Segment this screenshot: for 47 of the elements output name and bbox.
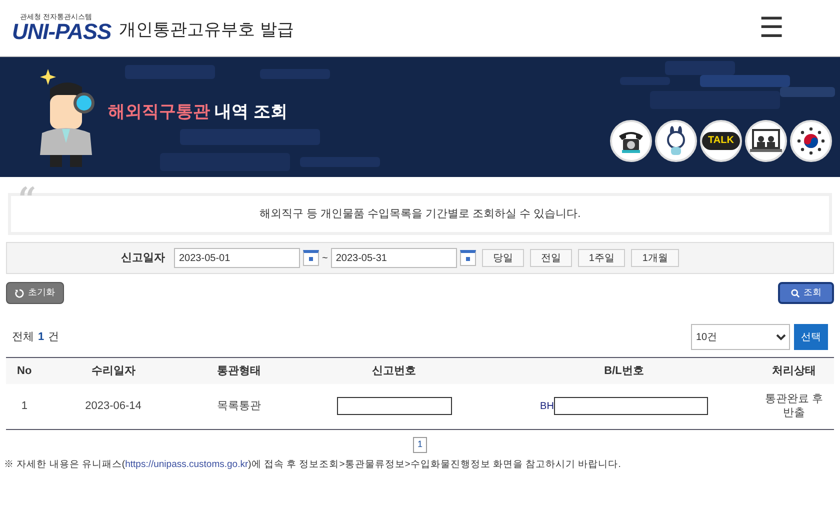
bl-number-link[interactable]: BH bbox=[540, 398, 554, 414]
column-header: No bbox=[6, 358, 43, 384]
table-cell: 1 bbox=[6, 384, 43, 430]
select-button[interactable]: 선택 bbox=[794, 324, 828, 350]
banner-title: 내역 조회 bbox=[214, 102, 288, 121]
column-header: 통관형태 bbox=[184, 358, 294, 384]
search-icon bbox=[790, 288, 800, 298]
calendar-icon[interactable] bbox=[460, 250, 476, 266]
total-count: 1 bbox=[38, 330, 44, 345]
search-button[interactable]: 조회 bbox=[778, 282, 834, 304]
quick-link-button[interactable]: TALK bbox=[700, 120, 742, 162]
logo[interactable]: UNI-PASS bbox=[12, 20, 112, 42]
date-field[interactable]: 2023-05-01 bbox=[174, 248, 300, 268]
refresh-icon bbox=[15, 288, 24, 298]
reset-button[interactable]: 초기화 bbox=[6, 282, 64, 304]
column-header: 수리일자 bbox=[42, 358, 184, 384]
talk-bubble-icon: TALK bbox=[702, 132, 740, 150]
page-title: 개인통관고유부호 발급 bbox=[119, 19, 294, 41]
quick-link-button[interactable] bbox=[610, 120, 652, 162]
quick-link-button[interactable] bbox=[790, 120, 832, 162]
site-link[interactable]: https://unipass.customs.go.kr bbox=[125, 459, 248, 470]
field-label: 신고일자 bbox=[121, 250, 165, 266]
banner-title-highlight: 해외직구통관 bbox=[108, 102, 210, 121]
period-button[interactable]: 전일 bbox=[530, 249, 572, 267]
quick-link-button[interactable] bbox=[745, 120, 787, 162]
period-button[interactable]: 1개월 bbox=[631, 249, 679, 267]
total-label: 전체 bbox=[12, 330, 34, 345]
column-header: B/L번호 bbox=[494, 358, 754, 384]
period-button[interactable]: 1주일 bbox=[578, 249, 626, 267]
quote-icon: “ bbox=[18, 183, 36, 215]
quick-link-button[interactable] bbox=[655, 120, 697, 162]
calendar-icon[interactable] bbox=[303, 250, 319, 266]
video-conference-icon bbox=[750, 128, 782, 154]
column-header: 처리상태 bbox=[754, 358, 834, 384]
column-header: 신고번호 bbox=[294, 358, 494, 384]
emblem-icon bbox=[796, 126, 826, 156]
page-size-select[interactable]: 10건 bbox=[691, 324, 790, 350]
range-separator: ~ bbox=[322, 252, 328, 266]
table-cell: 통관완료 후 반출 bbox=[754, 384, 834, 430]
date-field[interactable]: 2023-05-31 bbox=[330, 248, 457, 268]
count-unit: 건 bbox=[48, 330, 60, 345]
page-button[interactable]: 1 bbox=[413, 437, 427, 453]
notice-text: 해외직구 등 개인물품 수입목록을 기간별로 조회하실 수 있습니다. bbox=[259, 206, 581, 222]
period-button[interactable]: 당일 bbox=[482, 249, 524, 267]
table-cell: 목록통관 bbox=[184, 384, 294, 430]
footnote: ※ 자세한 내용은 유니패스(https://unipass.customs.go.kr)에 접속 후 정보조회>통관물류정보>수입화물진행정보 화면을 참고하시기 바랍니다. bbox=[4, 458, 622, 472]
table-cell: 2023-06-14 bbox=[42, 384, 184, 430]
